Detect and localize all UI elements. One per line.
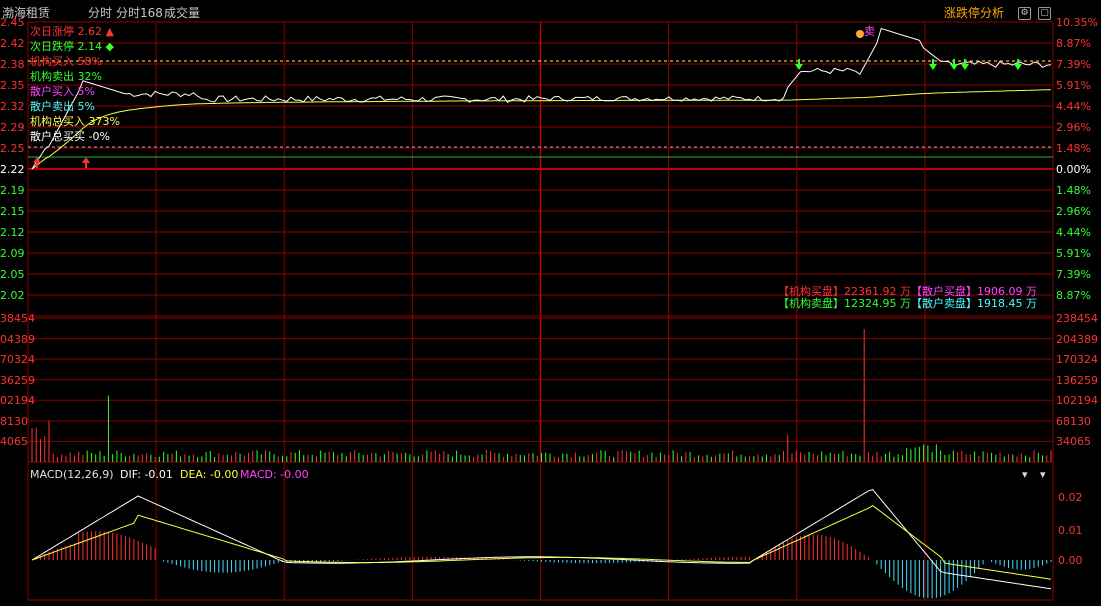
left-price-tick: 2.25 xyxy=(0,142,25,155)
left-price-tick: 2.29 xyxy=(0,121,25,134)
sell-arrow-icon xyxy=(950,59,958,70)
volume-left-tick: 38454 xyxy=(0,312,35,325)
right-pct-tick: 0.00% xyxy=(1056,163,1091,176)
indicator-label: 散户总买买 -0% xyxy=(30,130,110,143)
dropdown-icon[interactable]: ▾ xyxy=(1040,468,1046,481)
right-pct-tick: 2.96% xyxy=(1056,121,1091,134)
tab-volume[interactable]: 成交量 xyxy=(164,4,200,22)
summary-segment: 1918.45 万 xyxy=(976,297,1037,310)
right-pct-tick: 7.39% xyxy=(1056,58,1091,71)
triangle-down-icon[interactable]: ▾ xyxy=(1022,468,1028,481)
indicator-label: 散户卖出 5% xyxy=(30,100,95,113)
volume-right-tick: 136259 xyxy=(1056,373,1098,387)
macd-title: MACD(12,26,9) xyxy=(30,468,114,481)
summary-segment: 【散户卖盘】 xyxy=(910,297,977,310)
left-price-tick: 2.12 xyxy=(0,226,25,239)
left-price-tick: 2.32 xyxy=(0,100,25,113)
volume-right-tick: 204389 xyxy=(1056,332,1098,346)
indicator-label: 散户买入 5% xyxy=(30,85,95,98)
sell-arrow-icon xyxy=(961,59,969,70)
macd-tick: 0.00 xyxy=(1058,554,1083,567)
volume-bars xyxy=(31,329,1052,462)
sell-marker-label: 卖 xyxy=(864,25,875,38)
left-price-tick: 2.45 xyxy=(0,16,25,29)
right-pct-tick: 1.48% xyxy=(1056,184,1091,197)
indicator-label: 机构买入 58% xyxy=(30,55,102,68)
volume-left-tick: 04389 xyxy=(0,332,35,346)
macd-dea: DEA: -0.00 xyxy=(180,468,239,481)
volume-left-tick: 4065 xyxy=(0,435,28,449)
right-pct-tick: 8.87% xyxy=(1056,37,1091,50)
summary-row-sell: 【机构卖盘】12324.95 万【散户卖盘】1918.45 万 xyxy=(778,297,1037,310)
macd-bars xyxy=(35,531,1052,599)
indicator-label: 次日涨停 2.62 ▲ xyxy=(30,25,114,38)
left-price-tick: 2.38 xyxy=(0,58,25,71)
maximize-icon[interactable]: ▢ xyxy=(1038,7,1051,20)
left-price-tick: 2.02 xyxy=(0,289,25,302)
buy-arrow-icon xyxy=(82,157,90,168)
right-pct-tick: 5.91% xyxy=(1056,79,1091,92)
indicator-label: 机构总买入 373% xyxy=(30,115,120,128)
indicator-label: 机构卖出 32% xyxy=(30,70,102,83)
macd-tick: 0.01 xyxy=(1058,524,1083,537)
right-pct-tick: 4.44% xyxy=(1056,226,1091,239)
right-pct-tick: 4.44% xyxy=(1056,100,1091,113)
left-price-tick: 2.35 xyxy=(0,79,25,92)
volume-left-tick: 36259 xyxy=(0,373,35,387)
limit-analysis-button[interactable]: 涨跌停分析 xyxy=(944,4,1004,22)
sell-marker-icon xyxy=(856,30,864,38)
volume-right-tick: 102194 xyxy=(1056,394,1098,408)
left-price-tick: 2.05 xyxy=(0,268,25,281)
left-price-tick: 2.15 xyxy=(0,205,25,218)
volume-right-tick: 34065 xyxy=(1056,435,1091,449)
right-pct-tick: 10.35% xyxy=(1056,16,1098,29)
macd-value: MACD: -0.00 xyxy=(240,468,309,481)
indicator-label: 次日跌停 2.14 ◆ xyxy=(30,40,114,53)
left-price-tick: 2.19 xyxy=(0,184,25,197)
right-pct-tick: 8.87% xyxy=(1056,289,1091,302)
macd-tick: 0.02 xyxy=(1058,491,1083,504)
right-pct-tick: 7.39% xyxy=(1056,268,1091,281)
right-pct-tick: 1.48% xyxy=(1056,142,1091,155)
summary-segment: 【机构卖盘】 xyxy=(778,297,844,310)
left-price-tick: 2.09 xyxy=(0,247,25,260)
summary-segment: 12324.95 万 xyxy=(844,297,911,310)
right-pct-tick: 5.91% xyxy=(1056,247,1091,260)
volume-right-tick: 68130 xyxy=(1056,414,1091,428)
volume-right-tick: 238454 xyxy=(1056,312,1098,325)
volume-left-tick: 8130 xyxy=(0,414,28,428)
gear-icon[interactable]: ⚙ xyxy=(1018,7,1031,20)
chart-grid xyxy=(27,21,1054,601)
volume-right-tick: 170324 xyxy=(1056,353,1098,367)
volume-left-tick: 02194 xyxy=(0,394,35,408)
right-pct-tick: 2.96% xyxy=(1056,205,1091,218)
left-price-tick: 2.42 xyxy=(0,37,25,50)
volume-left-tick: 70324 xyxy=(0,353,35,367)
tab-fenshi168[interactable]: 分时168 xyxy=(116,4,163,22)
macd-dif: DIF: -0.01 xyxy=(120,468,173,481)
tab-fenshi[interactable]: 分时 xyxy=(88,4,112,22)
left-price-tick: 2.22 xyxy=(0,163,25,176)
